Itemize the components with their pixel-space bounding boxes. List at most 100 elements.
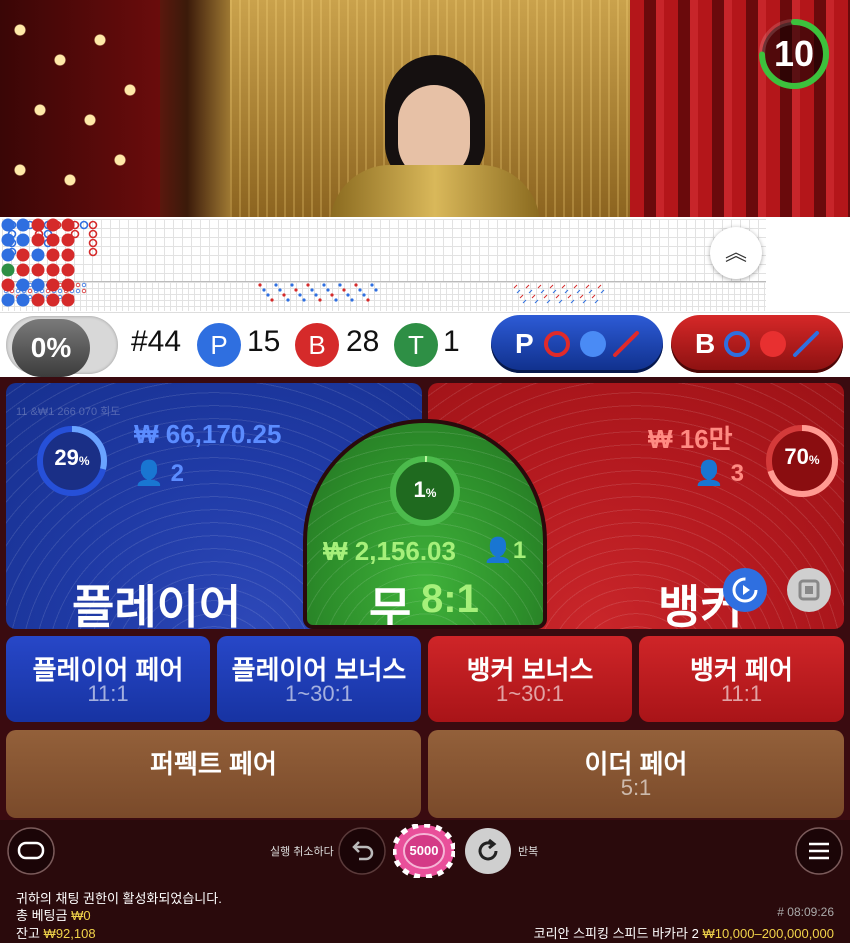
- bead-marker: [1, 218, 15, 232]
- round-id: # 08:09:26: [777, 905, 834, 919]
- cockroach-road-marker: [567, 294, 572, 299]
- stats-toggle[interactable]: 0%: [6, 316, 118, 377]
- either-pair-bet[interactable]: 이더 페어 5:1: [428, 730, 844, 818]
- small-road-marker: [346, 293, 350, 297]
- cockroach-road-marker: [540, 289, 545, 294]
- small-road-marker: [322, 283, 326, 287]
- small-road-marker: [298, 293, 302, 297]
- scoreboard-roadmap[interactable]: ︽: [0, 217, 850, 313]
- cockroach-road-marker: [570, 299, 575, 304]
- cockroach-road-marker: [576, 289, 581, 294]
- side-bet-payout: 1~30:1: [285, 681, 353, 706]
- cockroach-road-marker: [519, 294, 524, 299]
- undo-label: 실행 취소하다: [270, 846, 334, 858]
- tie-percent: 1%: [413, 477, 437, 502]
- player-wins-count: 15: [247, 325, 281, 358]
- cockroach-road-marker: [528, 289, 533, 294]
- player-percent: 29%: [54, 445, 90, 470]
- replay-video-button[interactable]: [722, 567, 768, 613]
- small-road-marker: [330, 293, 334, 297]
- bead-marker: [46, 248, 60, 262]
- total-bet-label: 총 베팅금: [16, 908, 68, 923]
- player-faint-limit-text: 11 &₩1 266 070 회도: [16, 406, 121, 418]
- cockroach-road-marker: [564, 289, 569, 294]
- derived-road-marker: [81, 282, 87, 288]
- banker-bonus-bet[interactable]: 뱅커 보너스 1~30:1: [428, 636, 632, 722]
- cockroach-road-marker: [558, 299, 563, 304]
- small-road-marker: [290, 283, 294, 287]
- small-road-marker: [370, 283, 374, 287]
- player-ask-button[interactable]: P: [491, 315, 663, 373]
- bead-marker: [31, 278, 45, 292]
- small-road-marker: [354, 283, 358, 287]
- cockroach-road-marker: [513, 284, 518, 289]
- cockroach-road-marker: [531, 294, 536, 299]
- table-info: 코리안 스피킹 스피드 바카라 2 ₩10,000–200,000,000: [534, 923, 834, 942]
- cockroach-road-marker: [525, 284, 530, 289]
- tie-payout: 8:1: [421, 577, 479, 621]
- toggle-percent-label: 0%: [12, 319, 90, 377]
- bead-marker: [1, 263, 15, 277]
- cockroach-road-marker: [537, 284, 542, 289]
- small-road-marker: [306, 283, 310, 287]
- bead-marker: [16, 278, 30, 292]
- player-ask-label: P: [515, 328, 534, 359]
- bead-marker: [31, 293, 45, 307]
- cockroach-road-marker: [543, 294, 548, 299]
- bead-marker: [61, 293, 75, 307]
- person-icon: 👤: [134, 460, 164, 487]
- bead-marker: [31, 248, 45, 262]
- countdown-seconds: 10: [773, 33, 815, 74]
- bead-marker: [46, 218, 60, 232]
- undo-button[interactable]: [337, 826, 387, 876]
- repeat-button[interactable]: [463, 826, 513, 876]
- tie-bettor-count: 👤1: [483, 537, 527, 564]
- bead-marker: [16, 218, 30, 232]
- player-wins-icon: P: [197, 323, 241, 367]
- perfect-pair-bet[interactable]: 퍼펙트 페어: [6, 730, 421, 818]
- collapse-roadmap-button[interactable]: ︽: [710, 227, 762, 279]
- small-road-marker: [270, 298, 274, 302]
- repeat-label: 반복: [518, 846, 539, 858]
- tie-wins-count: 1: [443, 325, 460, 358]
- tie-label: 무: [369, 583, 412, 629]
- small-road-marker: [358, 288, 362, 292]
- cockroach-road-marker: [516, 289, 521, 294]
- small-road-marker: [374, 288, 378, 292]
- player-total-amount: ₩ 66,170.25: [134, 419, 282, 449]
- player-bonus-bet[interactable]: 플레이어 보너스 1~30:1: [217, 636, 421, 722]
- small-road-marker: [350, 298, 354, 302]
- cockroach-road-marker: [591, 294, 596, 299]
- dealer-body: [330, 165, 540, 217]
- banker-road-marker: [88, 238, 98, 248]
- bead-marker: [16, 293, 30, 307]
- cockroach-road-marker: [588, 289, 593, 294]
- bead-marker: [16, 263, 30, 277]
- bead-marker: [1, 248, 15, 262]
- cockroach-road-marker: [579, 294, 584, 299]
- small-road-marker: [286, 298, 290, 302]
- banker-percent: 70%: [784, 444, 820, 469]
- menu-button[interactable]: [794, 826, 844, 876]
- player-pair-bet[interactable]: 플레이어 페어 11:1: [6, 636, 210, 722]
- bead-marker: [31, 263, 45, 277]
- cockroach-road-marker: [552, 289, 557, 294]
- derived-road-marker: [81, 288, 87, 294]
- cockroach-road-marker: [546, 299, 551, 304]
- chip-value: 5000: [409, 843, 439, 858]
- cockroach-road-marker: [561, 284, 566, 289]
- banker-road-marker: [88, 247, 98, 257]
- chat-button[interactable]: [6, 826, 56, 876]
- small-road-marker: [338, 283, 342, 287]
- video-quality-button[interactable]: [786, 567, 832, 613]
- stats-bar: 0% #44 P 15 B 28 T 1 P B: [0, 313, 850, 377]
- banker-wins-count: 28: [346, 325, 380, 358]
- balance: 잔고 ₩92,108: [16, 923, 96, 942]
- tie-bet-spot[interactable]: 1% ₩ 2,156.03 👤1 무 8:1: [303, 419, 547, 629]
- bead-marker: [46, 293, 60, 307]
- person-icon: 👤: [694, 460, 724, 487]
- banker-ask-button[interactable]: B: [671, 315, 843, 373]
- banker-pair-bet[interactable]: 뱅커 페어 11:1: [639, 636, 844, 722]
- bead-marker: [31, 233, 45, 247]
- small-road-marker: [342, 288, 346, 292]
